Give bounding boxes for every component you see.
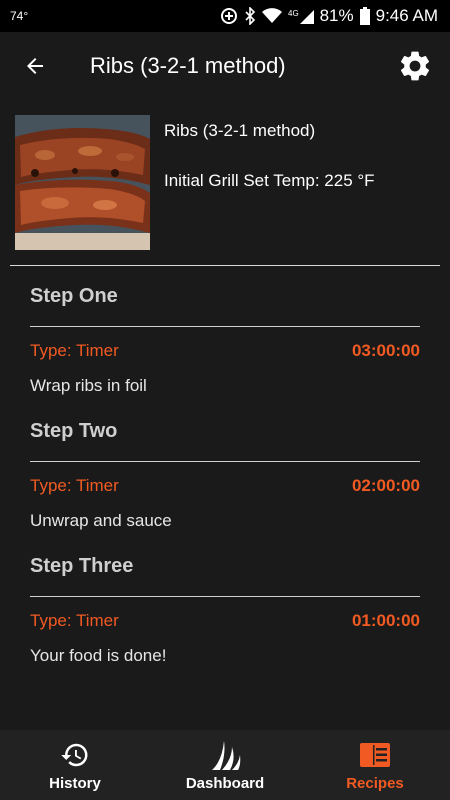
ribs-image-icon: [15, 115, 150, 250]
bluetooth-icon: [244, 7, 256, 25]
step-title: Step One: [30, 285, 118, 307]
recipe-name: Ribs (3-2-1 method): [164, 121, 316, 140]
step-title: Step Three: [30, 555, 134, 577]
step-timer-value: 03:00:00: [351, 341, 420, 360]
flame-logo-icon: [208, 739, 242, 771]
page-title: Ribs (3-2-1 method): [90, 53, 286, 78]
app-bar: Ribs (3-2-1 method): [0, 32, 450, 100]
temperature-text: 74°: [10, 9, 29, 23]
step-type: Type: Timer: [30, 476, 119, 495]
nav-recipes-label: Recipes: [346, 774, 404, 792]
divider: [10, 265, 440, 266]
step-timer-value: 02:00:00: [351, 476, 420, 495]
step-type: Type: Timer: [30, 611, 119, 630]
recipe-header: Ribs (3-2-1 method) Initial Grill Set Te…: [15, 115, 435, 250]
steps-list: Step One Type: Timer 03:00:00 Wrap ribs …: [30, 270, 420, 675]
nav-history-label: History: [49, 774, 101, 792]
step-description: Wrap ribs in foil: [30, 376, 147, 395]
nav-recipes[interactable]: Recipes: [300, 730, 450, 800]
battery-icon: [359, 7, 370, 25]
step-description: Your food is done!: [30, 646, 167, 665]
step-timer-value: 01:00:00: [351, 611, 420, 630]
history-icon: [60, 739, 90, 771]
step-type-row: Type: Timer 02:00:00: [30, 462, 420, 510]
back-button[interactable]: [0, 32, 70, 100]
step-item[interactable]: Step Three Type: Timer 01:00:00 Your foo…: [30, 540, 420, 675]
recipe-book-icon: [360, 739, 390, 771]
battery-percent-text: 81%: [319, 6, 354, 25]
step-item[interactable]: Step One Type: Timer 03:00:00 Wrap ribs …: [30, 270, 420, 405]
nav-history[interactable]: History: [0, 730, 150, 800]
status-bar: 74° 4G 81% 9:46 AM: [0, 0, 450, 32]
network-type-text: 4G: [288, 9, 299, 18]
nav-dashboard-label: Dashboard: [185, 774, 265, 792]
settings-button[interactable]: [380, 32, 450, 100]
signal-icon: 4G: [288, 8, 314, 24]
nav-dashboard[interactable]: Dashboard: [150, 730, 300, 800]
step-item[interactable]: Step Two Type: Timer 02:00:00 Unwrap and…: [30, 405, 420, 540]
wifi-icon: [261, 8, 282, 24]
grill-temp-text: Initial Grill Set Temp: 225 °F: [164, 171, 375, 190]
arrow-left-icon: [27, 58, 43, 74]
step-type: Type: Timer: [30, 341, 119, 360]
gear-icon: [400, 51, 430, 81]
data-saver-icon: [220, 7, 238, 25]
bottom-navigation: History Dashboard Recipes: [0, 730, 450, 800]
status-bar-left: 74°: [10, 9, 28, 23]
recipe-photo: [15, 115, 150, 250]
clock-text: 9:46 AM: [375, 6, 438, 25]
step-type-row: Type: Timer 03:00:00: [30, 327, 420, 375]
step-title: Step Two: [30, 420, 118, 442]
step-type-row: Type: Timer 01:00:00: [30, 597, 420, 645]
status-bar-right: 4G 81% 9:46 AM: [220, 6, 438, 26]
recipe-info: Ribs (3-2-1 method) Initial Grill Set Te…: [150, 115, 375, 250]
step-description: Unwrap and sauce: [30, 511, 172, 530]
